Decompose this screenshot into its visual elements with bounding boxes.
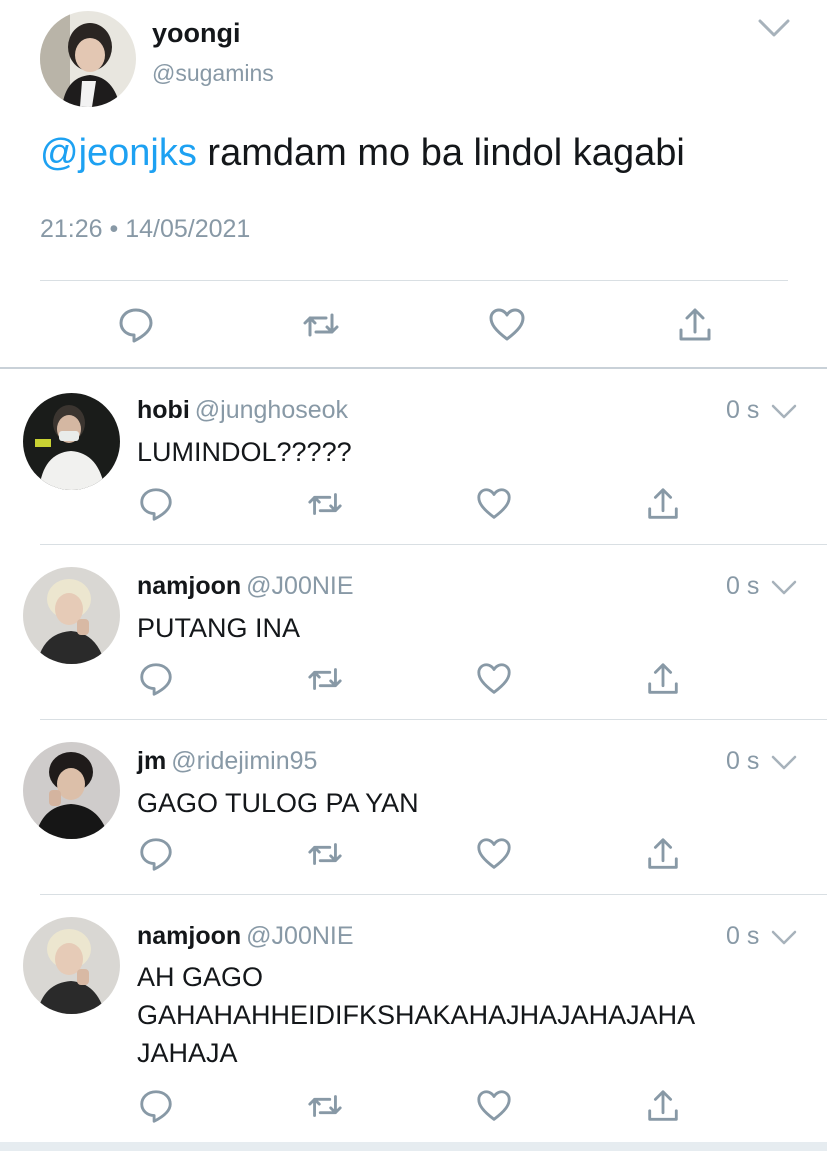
reply-icon[interactable] xyxy=(137,485,175,523)
share-icon[interactable] xyxy=(644,485,682,523)
author-name[interactable]: namjoon xyxy=(137,922,241,950)
like-icon[interactable] xyxy=(475,835,513,873)
reply-time: 0 s xyxy=(726,922,760,950)
reply-icon[interactable] xyxy=(116,305,156,345)
retweet-icon[interactable] xyxy=(306,660,344,698)
chevron-down-icon[interactable] xyxy=(770,402,798,422)
reply-tweet[interactable]: namjoon @J00NIE 0 s PUTANG INA xyxy=(0,545,827,719)
retweet-icon[interactable] xyxy=(306,835,344,873)
tweet-timestamp: 21:26 • 14/05/2021 xyxy=(40,215,251,243)
reply-text: PUTANG INA xyxy=(137,613,301,643)
bottom-bar xyxy=(0,1142,827,1151)
like-icon[interactable] xyxy=(487,305,527,345)
author-name[interactable]: namjoon xyxy=(137,572,241,600)
chevron-down-icon[interactable] xyxy=(770,578,798,598)
avatar[interactable] xyxy=(23,567,120,664)
tweet-body: ramdam mo ba lindol kagabi xyxy=(196,132,685,174)
retweet-icon[interactable] xyxy=(306,485,344,523)
reply-tweet[interactable]: namjoon @J00NIE 0 s AH GAGO GAHAHAHHEIDIF… xyxy=(0,895,827,1142)
author-name[interactable]: hobi xyxy=(137,396,190,424)
share-icon[interactable] xyxy=(644,1087,682,1125)
avatar[interactable] xyxy=(23,917,120,1014)
author-handle[interactable]: @junghoseok xyxy=(195,396,348,424)
retweet-icon[interactable] xyxy=(306,1087,344,1125)
reply-icon[interactable] xyxy=(137,835,175,873)
author-name[interactable]: yoongi xyxy=(152,18,241,49)
reply-tweet[interactable]: hobi @junghoseok 0 s LUMINDOL????? xyxy=(0,369,827,544)
reply-author: jm @ridejimin95 xyxy=(137,747,317,776)
author-handle[interactable]: @sugamins xyxy=(152,60,274,87)
reply-time: 0 s xyxy=(726,747,760,775)
reply-author: hobi @junghoseok xyxy=(137,396,348,425)
avatar[interactable] xyxy=(23,742,120,839)
reply-tweet[interactable]: jm @ridejimin95 0 s GAGO TULOG PA YAN xyxy=(0,720,827,894)
mention-link[interactable]: @jeonjks xyxy=(40,132,197,174)
like-icon[interactable] xyxy=(475,660,513,698)
reply-text: GAGO TULOG PA YAN xyxy=(137,788,419,818)
like-icon[interactable] xyxy=(475,485,513,523)
reply-time: 0 s xyxy=(726,396,760,424)
reply-text: AH GAGO GAHAHAHHEIDIFKSHAKAHAJHAJAHAJAHA… xyxy=(137,962,694,1068)
avatar[interactable] xyxy=(23,393,120,490)
divider xyxy=(40,280,788,281)
reply-time: 0 s xyxy=(726,572,760,600)
share-icon[interactable] xyxy=(644,835,682,873)
author-handle[interactable]: @ridejimin95 xyxy=(171,747,317,775)
like-icon[interactable] xyxy=(475,1087,513,1125)
retweet-icon[interactable] xyxy=(301,305,341,345)
share-icon[interactable] xyxy=(644,660,682,698)
reply-icon[interactable] xyxy=(137,660,175,698)
chevron-down-icon[interactable] xyxy=(756,16,792,40)
share-icon[interactable] xyxy=(675,305,715,345)
author-name[interactable]: jm xyxy=(137,747,166,775)
reply-author: namjoon @J00NIE xyxy=(137,572,354,601)
reply-icon[interactable] xyxy=(137,1087,175,1125)
reply-text: LUMINDOL????? xyxy=(137,437,352,467)
author-handle[interactable]: @J00NIE xyxy=(246,572,353,600)
avatar[interactable] xyxy=(40,11,136,107)
main-tweet: yoongi @sugamins @jeonjks ramdam mo ba l… xyxy=(0,0,827,368)
tweet-text: @jeonjks ramdam mo ba lindol kagabi xyxy=(40,132,685,175)
chevron-down-icon[interactable] xyxy=(770,753,798,773)
author-handle[interactable]: @J00NIE xyxy=(246,922,353,950)
reply-author: namjoon @J00NIE xyxy=(137,922,354,951)
chevron-down-icon[interactable] xyxy=(770,928,798,948)
